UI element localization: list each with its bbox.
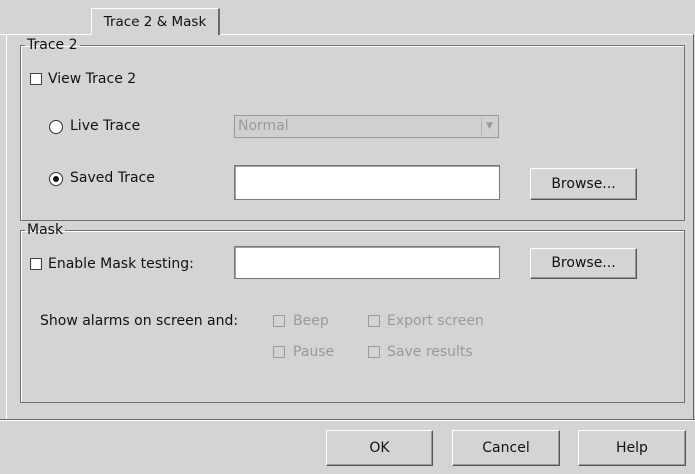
save-results-label: Save results xyxy=(387,344,473,360)
pause-checkbox[interactable] xyxy=(273,346,285,358)
export-screen-label: Export screen xyxy=(387,313,484,329)
saved-trace-label: Saved Trace xyxy=(70,170,155,186)
live-trace-select[interactable]: Normal ▼ xyxy=(234,115,499,138)
footer-separator-light xyxy=(0,420,695,421)
trace2-legend: Trace 2 xyxy=(27,37,78,53)
enable-mask-label: Enable Mask testing: xyxy=(48,256,194,272)
view-trace2-checkbox[interactable] xyxy=(30,73,42,85)
chevron-down-icon: ▼ xyxy=(481,117,497,136)
mask-legend: Mask xyxy=(27,222,64,238)
help-button[interactable]: Help xyxy=(578,430,686,466)
live-trace-radio[interactable] xyxy=(49,120,63,134)
show-alarms-label: Show alarms on screen and: xyxy=(40,313,239,329)
save-results-checkbox[interactable] xyxy=(368,346,380,358)
beep-label: Beep xyxy=(293,313,329,329)
pause-label: Pause xyxy=(293,344,335,360)
mask-browse-button[interactable]: Browse... xyxy=(530,248,637,279)
saved-trace-radio[interactable] xyxy=(49,172,63,186)
beep-checkbox[interactable] xyxy=(273,315,285,327)
enable-mask-checkbox[interactable] xyxy=(30,258,42,270)
export-screen-checkbox[interactable] xyxy=(368,315,380,327)
view-trace2-label: View Trace 2 xyxy=(48,71,137,87)
live-trace-label: Live Trace xyxy=(70,118,141,134)
radio-selected-dot xyxy=(53,176,59,182)
live-trace-select-value: Normal xyxy=(238,118,289,134)
mask-file-field[interactable] xyxy=(234,246,500,279)
cancel-button[interactable]: Cancel xyxy=(452,430,560,466)
saved-trace-field[interactable] xyxy=(234,165,500,200)
tab-trace2-mask[interactable]: Trace 2 & Mask xyxy=(91,8,220,35)
trace-browse-button[interactable]: Browse... xyxy=(530,168,637,200)
ok-button[interactable]: OK xyxy=(326,430,433,466)
